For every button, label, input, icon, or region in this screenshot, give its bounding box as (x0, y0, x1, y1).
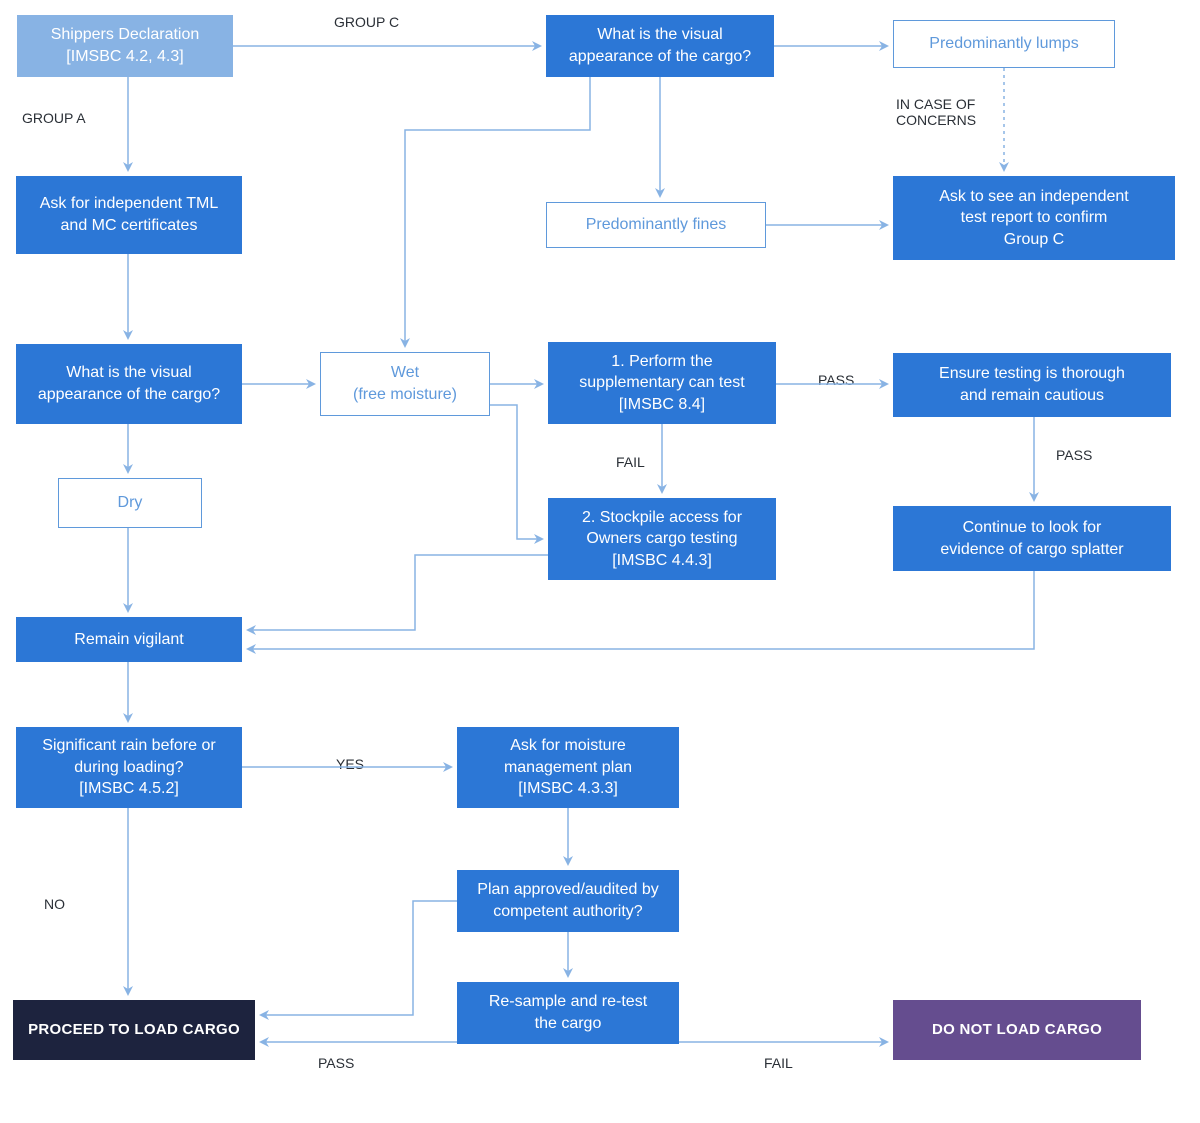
plan-approved: Plan approved/audited by competent autho… (457, 870, 679, 932)
dry: Dry (58, 478, 202, 528)
cargo-splatter: Continue to look for evidence of cargo s… (893, 506, 1171, 571)
stockpile-access: 2. Stockpile access for Owners cargo tes… (548, 498, 776, 580)
label-fail-1: FAIL (616, 454, 645, 470)
label-concerns: IN CASE OF CONCERNS (896, 96, 976, 128)
label-fail-3: FAIL (764, 1055, 793, 1071)
shippers-declaration: Shippers Declaration [IMSBC 4.2, 4.3] (17, 15, 233, 77)
predominantly-lumps: Predominantly lumps (893, 20, 1115, 68)
tml-mc-certificates: Ask for independent TML and MC certifica… (16, 176, 242, 254)
remain-vigilant: Remain vigilant (16, 617, 242, 662)
label-pass-1: PASS (818, 372, 854, 388)
can-test: 1. Perform the supplementary can test [I… (548, 342, 776, 424)
label-pass-2: PASS (1056, 447, 1092, 463)
moisture-plan: Ask for moisture management plan [IMSBC … (457, 727, 679, 808)
do-not-load: DO NOT LOAD CARGO (893, 1000, 1141, 1060)
visual-appearance-a: What is the visual appearance of the car… (16, 344, 242, 424)
predominantly-fines: Predominantly fines (546, 202, 766, 248)
label-group-a: GROUP A (22, 110, 86, 126)
independent-test-report: Ask to see an independent test report to… (893, 176, 1175, 260)
proceed-load: PROCEED TO LOAD CARGO (13, 1000, 255, 1060)
label-no: NO (44, 896, 65, 912)
wet: Wet (free moisture) (320, 352, 490, 416)
significant-rain: Significant rain before or during loadin… (16, 727, 242, 808)
label-yes: YES (336, 756, 364, 772)
visual-appearance-c: What is the visual appearance of the car… (546, 15, 774, 77)
label-group-c: GROUP C (334, 14, 399, 30)
resample-retest: Re-sample and re-test the cargo (457, 982, 679, 1044)
label-pass-3: PASS (318, 1055, 354, 1071)
ensure-thorough: Ensure testing is thorough and remain ca… (893, 353, 1171, 417)
